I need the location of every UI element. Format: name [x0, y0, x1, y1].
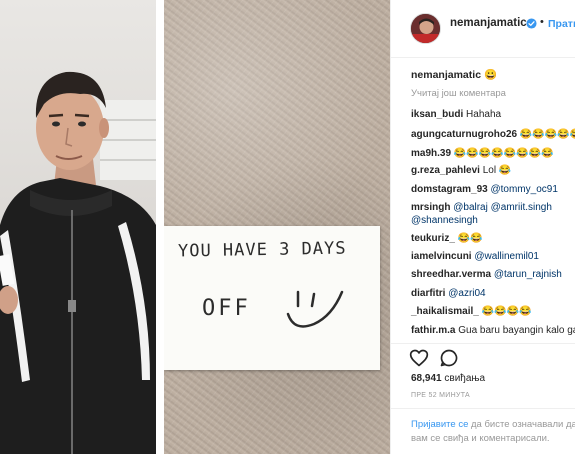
instagram-post-view: YOU HAVE 3 DAYS OFF nemanjamatic • Прат … — [0, 0, 575, 454]
comment-item: iamelvincuni @wallinemil01 — [411, 250, 575, 263]
caption-text: 😀 — [483, 69, 498, 81]
handwritten-note: YOU HAVE 3 DAYS OFF — [164, 226, 380, 370]
post-image[interactable]: YOU HAVE 3 DAYS OFF — [0, 0, 390, 454]
post-header: nemanjamatic • Прати — [391, 0, 575, 58]
comment-mention[interactable]: @shannesingh — [411, 215, 478, 226]
comment-item: iksan_budi Hahaha — [411, 108, 575, 121]
comment-username[interactable]: iamelvincuni — [411, 251, 472, 262]
post-caption: nemanjamatic 😀 — [411, 68, 497, 81]
comment-item: mrsingh @balraj @amriit.singh — [411, 201, 575, 214]
verified-badge-icon — [526, 18, 537, 29]
note-text-line1: YOU HAVE 3 DAYS — [177, 238, 347, 262]
comment-item: _haikalismail_ 😂😂😂😂 — [411, 305, 575, 318]
comment-text: 😂😂😂😂 — [481, 306, 532, 317]
login-link[interactable]: Пријавите се — [411, 419, 468, 430]
post-timestamp[interactable]: ПРЕ 52 МИНУТА — [411, 392, 470, 399]
comment-bubble-icon[interactable] — [439, 348, 459, 368]
header-separator: • — [540, 16, 544, 28]
smiley-drawing-icon — [286, 290, 344, 328]
comment-item: diarfitri @azri04 — [411, 287, 575, 300]
comment-text: 😂😂 — [457, 233, 483, 244]
comment-username[interactable]: fathir.m.a — [411, 325, 455, 336]
comment-mention[interactable]: @tarun_rajnish — [494, 269, 562, 280]
photo-collage-divider — [156, 0, 164, 454]
comment-username[interactable]: mrsingh — [411, 202, 450, 213]
comment-item: g.reza_pahlevi Lol 😂 — [411, 164, 575, 177]
likes-count[interactable]: 68,941 свиђања — [411, 373, 485, 384]
post-actions-bar — [391, 343, 575, 373]
comment-username[interactable]: shreedhar.verma — [411, 269, 491, 280]
comment-username[interactable]: iksan_budi — [411, 109, 463, 120]
avatar[interactable] — [410, 13, 441, 44]
comment-item: agungcaturnugroho26 😂😂😂😂😂 — [411, 128, 575, 141]
comment-text: Lol 😂 — [482, 165, 512, 176]
comment-item-continued: @shannesingh — [411, 214, 575, 227]
likes-label: свиђања — [444, 373, 486, 384]
comment-text: Gua baru bayangin kalo ga — [458, 325, 575, 336]
avatar-image — [411, 14, 440, 43]
load-more-comments-link[interactable]: Учитај још коментара — [411, 88, 506, 99]
heart-icon[interactable] — [409, 348, 429, 368]
post-details-panel: nemanjamatic • Прати nemanjamatic 😀 Учит… — [390, 0, 575, 454]
follow-button[interactable]: Прати — [548, 18, 575, 30]
comment-text: 😂😂😂😂😂😂😂😂 — [453, 148, 554, 159]
photo-man-portrait — [0, 0, 156, 454]
comment-username[interactable]: ma9h.39 — [411, 148, 451, 159]
caption-username[interactable]: nemanjamatic — [411, 69, 481, 81]
comment-mention[interactable]: @azri04 — [448, 288, 485, 299]
comment-username[interactable]: g.reza_pahlevi — [411, 165, 480, 176]
comment-item: ma9h.39 😂😂😂😂😂😂😂😂 — [411, 147, 575, 160]
login-prompt-text: Пријавите се да бисте означавали да вам … — [411, 418, 575, 446]
login-prompt-text-part1: да бисте означавали да — [468, 419, 575, 430]
login-prompt: Пријавите се да бисте означавали да вам … — [391, 408, 575, 454]
comment-item: teukuriz_ 😂😂 — [411, 232, 575, 245]
login-prompt-text-part2: вам се свиђа и коментарисали. — [411, 433, 550, 444]
comment-item: domstagram_93 @tommy_oc91 — [411, 183, 575, 196]
comments-list[interactable]: nemanjamatic 😀 Учитај још коментара iksa… — [391, 58, 575, 343]
comment-text: 😂😂😂😂😂 — [519, 129, 575, 140]
comment-mention[interactable]: @wallinemil01 — [474, 251, 539, 262]
comment-mention[interactable]: @tommy_oc91 — [490, 184, 557, 195]
comment-username[interactable]: domstagram_93 — [411, 184, 488, 195]
comment-username[interactable]: teukuriz_ — [411, 233, 455, 244]
post-author-username[interactable]: nemanjamatic — [450, 17, 527, 29]
note-text-line2: OFF — [202, 296, 251, 321]
comment-text: Hahaha — [466, 109, 502, 120]
comment-item: shreedhar.verma @tarun_rajnish — [411, 268, 575, 281]
comment-username[interactable]: agungcaturnugroho26 — [411, 129, 517, 140]
photo-carpet-note: YOU HAVE 3 DAYS OFF — [164, 0, 390, 454]
comment-username[interactable]: diarfitri — [411, 288, 445, 299]
man-figure-illustration — [0, 71, 156, 454]
comment-item: fathir.m.a Gua baru bayangin kalo ga — [411, 324, 575, 337]
comment-username[interactable]: _haikalismail_ — [411, 306, 479, 317]
likes-number: 68,941 — [411, 373, 442, 384]
comment-mention[interactable]: @balraj @amriit.singh — [453, 202, 552, 213]
